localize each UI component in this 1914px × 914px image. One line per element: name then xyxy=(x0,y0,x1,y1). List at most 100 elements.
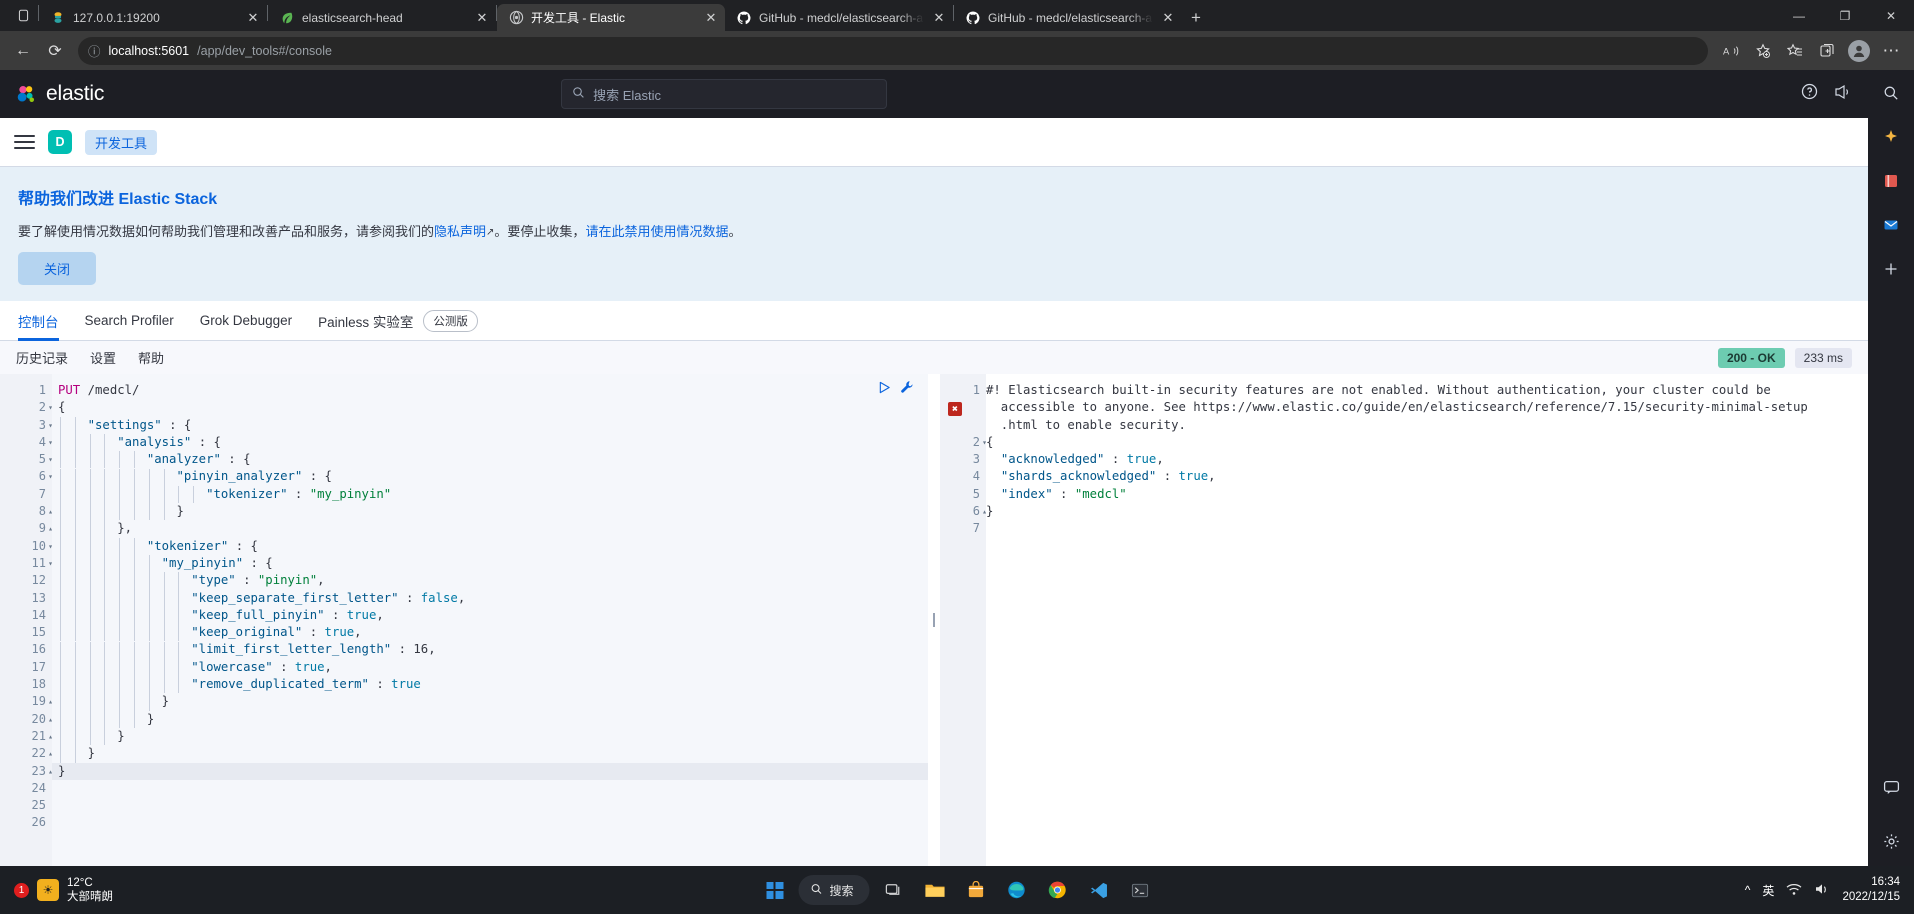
tab-close-icon[interactable]: ✕ xyxy=(931,10,947,26)
network-icon[interactable] xyxy=(1786,882,1802,899)
disable-usage-data-link[interactable]: 请在此禁用使用情况数据 xyxy=(585,224,728,239)
toolbar-actions: A ⋯ xyxy=(1716,36,1906,66)
line-number: 26 xyxy=(31,815,46,830)
site-info-icon[interactable]: ⓘ xyxy=(88,41,101,60)
line-number: 4 ▾ xyxy=(0,434,53,451)
code-line: "tokenizer" : "my_pinyin" xyxy=(206,486,392,501)
volume-icon[interactable] xyxy=(1814,882,1830,899)
book-icon[interactable] xyxy=(1880,170,1902,192)
more-settings-icon[interactable]: ⋯ xyxy=(1876,36,1906,66)
global-search-input[interactable]: 搜索 Elastic xyxy=(561,79,888,109)
callout-text-1: 要了解使用情况数据如何帮助我们管理和改善产品和服务，请参阅我们的 xyxy=(18,224,435,239)
reload-button[interactable]: ⟳ xyxy=(40,36,70,66)
line-number: 5 ▾ xyxy=(0,451,53,468)
browser-tab-1[interactable]: elasticsearch-head ✕ xyxy=(268,4,496,31)
code-line: } xyxy=(52,762,928,780)
line-number: 15 xyxy=(31,625,46,640)
code-line: "acknowledged" : true, xyxy=(1000,452,1164,467)
browser-tab-0[interactable]: 127.0.0.1:19200 ✕ xyxy=(39,4,267,31)
line-number: 17 xyxy=(31,659,46,674)
chrome-icon[interactable] xyxy=(1041,873,1075,907)
send-request-icon[interactable] xyxy=(878,381,891,397)
news-icon[interactable] xyxy=(1834,83,1852,106)
read-aloud-icon[interactable]: A xyxy=(1716,36,1746,66)
code-line: "settings" : { xyxy=(87,417,192,432)
weather-badge-icon: 1 xyxy=(14,882,29,898)
code-line: "pinyin_analyzer" : { xyxy=(176,469,332,484)
response-editor[interactable]: ✖ 1 2 ▾ 3 4 5 6 ▴ 7 #! Elasticsearch built-in se… xyxy=(940,374,1868,866)
add-favorite-icon[interactable] xyxy=(1748,36,1778,66)
gear-icon[interactable] xyxy=(1880,830,1902,852)
search-icon xyxy=(572,86,585,102)
browser-tab-3[interactable]: GitHub - medcl/elasticsearch-ana ✕ xyxy=(725,4,953,31)
request-editor[interactable]: 1 2 ▾ 3 ▾ 4 ▾ 5 ▾ 6 ▾ 7 8 ▴ 9 ▴ 10 ▾ 11 ▾ 12 13 14 15 16 17 18 19 ▴ 2… xyxy=(0,374,928,866)
callout-text-3: 。 xyxy=(728,224,742,239)
sparkle-icon[interactable] xyxy=(1880,126,1902,148)
tab-close-icon[interactable]: ✕ xyxy=(474,10,490,26)
task-view-icon[interactable] xyxy=(877,873,911,907)
profile-avatar[interactable] xyxy=(1844,36,1874,66)
console-menu-settings[interactable]: 设置 xyxy=(90,348,116,367)
tab-close-icon[interactable]: ✕ xyxy=(1160,10,1176,26)
line-number: 24 xyxy=(31,780,46,795)
mail-icon[interactable] xyxy=(1880,214,1902,236)
privacy-statement-link[interactable]: 隐私声明 xyxy=(434,224,486,239)
space-avatar[interactable]: D xyxy=(48,130,72,154)
ime-indicator[interactable]: 英 xyxy=(1762,882,1774,899)
weather-widget[interactable]: 1 ☀ 12°C 大部晴朗 xyxy=(6,876,113,904)
devtools-tab-bar: 控制台 Search Profiler Grok Debugger Painle… xyxy=(0,301,1868,341)
start-button[interactable] xyxy=(757,873,791,907)
console-menu-help[interactable]: 帮助 xyxy=(138,348,164,367)
collections-icon[interactable] xyxy=(1812,36,1842,66)
browser-tab-title: GitHub - medcl/elasticsearch-ana xyxy=(759,10,924,25)
code-line: accessible to anyone. See https://www.el… xyxy=(986,400,1808,415)
code-line: "keep_original" : true, xyxy=(191,625,362,640)
tab-console[interactable]: 控制台 xyxy=(18,301,59,341)
taskbar-search[interactable]: 搜索 xyxy=(798,875,870,905)
address-bar[interactable]: ⓘ localhost:5601/app/dev_tools#/console xyxy=(78,36,1708,65)
weather-text: 12°C 大部晴朗 xyxy=(67,876,113,904)
help-icon[interactable] xyxy=(1801,83,1818,105)
line-number: 6 ▴ xyxy=(940,503,987,520)
minimize-button[interactable]: — xyxy=(1776,0,1822,31)
maximize-button[interactable]: ❐ xyxy=(1822,0,1868,31)
tab-close-icon[interactable]: ✕ xyxy=(703,10,719,26)
back-button[interactable]: ← xyxy=(8,36,38,66)
tab-grok-debugger[interactable]: Grok Debugger xyxy=(200,301,292,341)
line-number: 2 ▾ xyxy=(940,434,987,451)
browser-tab-4[interactable]: GitHub - medcl/elasticsearch-ana ✕ xyxy=(954,4,1182,31)
console-wrench-icon[interactable] xyxy=(900,380,914,397)
store-icon[interactable] xyxy=(959,873,993,907)
add-icon[interactable] xyxy=(1880,258,1902,280)
vscode-icon[interactable] xyxy=(1082,873,1116,907)
file-explorer-icon[interactable] xyxy=(918,873,952,907)
new-tab-button[interactable]: + xyxy=(1182,4,1210,31)
terminal-icon[interactable] xyxy=(1123,873,1157,907)
code-line: } xyxy=(146,711,155,726)
tab-search-profiler[interactable]: Search Profiler xyxy=(85,301,174,341)
taskbar-clock[interactable]: 16:34 2022/12/15 xyxy=(1842,875,1900,905)
tray-chevron-icon[interactable]: ^ xyxy=(1745,883,1751,897)
pane-splitter[interactable] xyxy=(928,374,940,866)
browser-tab-2[interactable]: 开发工具 - Elastic ✕ xyxy=(497,4,725,31)
tab-painless-lab[interactable]: Painless 实验室 公测版 xyxy=(318,301,478,341)
close-window-button[interactable]: ✕ xyxy=(1868,0,1914,31)
line-number: 4 xyxy=(972,469,980,484)
edge-icon[interactable] xyxy=(1000,873,1034,907)
request-actions xyxy=(878,380,914,397)
search-icon[interactable] xyxy=(1880,82,1902,104)
request-code[interactable]: PUT /medcl/ { "settings" : { "analysis" :… xyxy=(52,374,928,866)
tab-search-icon[interactable] xyxy=(8,0,38,31)
windows-taskbar: 1 ☀ 12°C 大部晴朗 搜索 ^ 英 16:34 2022/12/15 xyxy=(0,866,1914,914)
tab-close-icon[interactable]: ✕ xyxy=(245,10,261,26)
response-time-badge: 233 ms xyxy=(1794,347,1852,368)
menu-toggle-icon[interactable] xyxy=(14,135,35,149)
chat-icon[interactable] xyxy=(1880,776,1902,798)
clock-time: 16:34 xyxy=(1871,876,1900,888)
line-number: 18 xyxy=(31,677,46,692)
console-menu-history[interactable]: 历史记录 xyxy=(16,348,68,367)
callout-dismiss-button[interactable]: 关闭 xyxy=(18,252,97,285)
favorites-icon[interactable] xyxy=(1780,36,1810,66)
elastic-logo[interactable]: elastic xyxy=(16,82,104,106)
breadcrumb-current[interactable]: 开发工具 xyxy=(85,129,158,155)
